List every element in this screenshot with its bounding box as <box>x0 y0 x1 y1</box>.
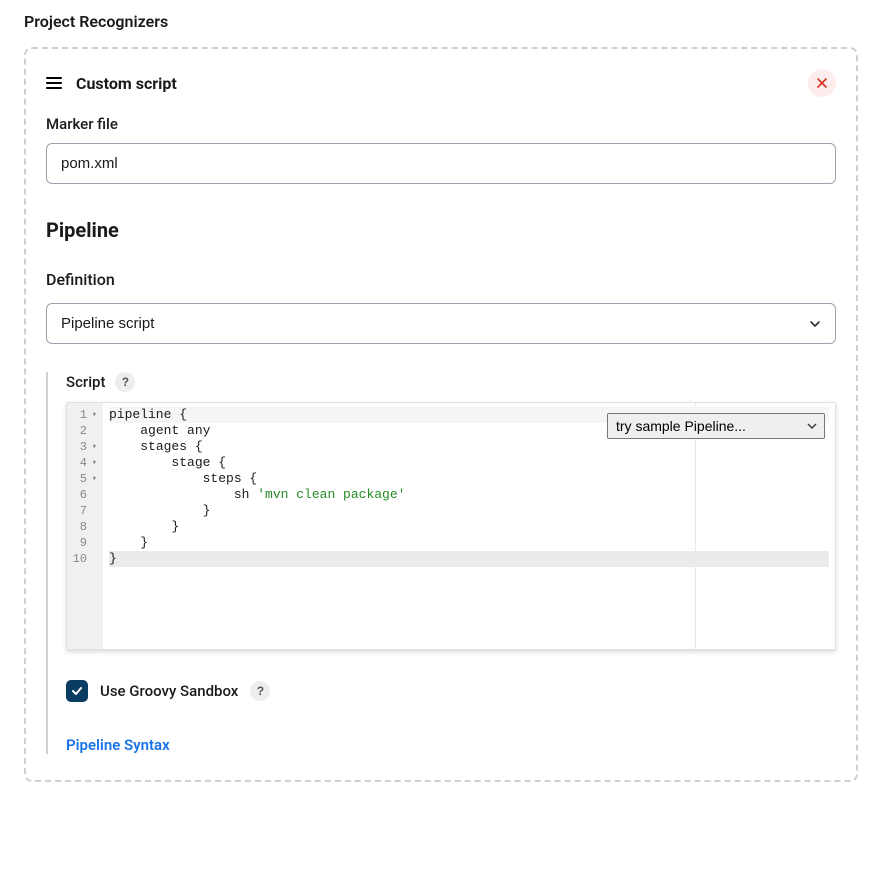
fold-triangle-icon[interactable]: ▾ <box>89 471 97 487</box>
gutter-row: 6 <box>71 487 97 503</box>
gutter-row: 7 <box>71 503 97 519</box>
code-line[interactable]: } <box>109 503 829 519</box>
code-lines[interactable]: pipeline { agent any stages { stage { st… <box>103 403 835 649</box>
gutter: 1▾23▾4▾5▾678910 <box>67 403 103 649</box>
code-line[interactable]: stages { <box>109 439 829 455</box>
code-line[interactable]: } <box>109 519 829 535</box>
gutter-row: 1▾ <box>71 407 97 423</box>
gutter-row: 10 <box>71 551 97 567</box>
marker-file-input[interactable] <box>46 143 836 184</box>
fold-triangle-icon[interactable]: ▾ <box>89 455 97 471</box>
code-editor[interactable]: 1▾23▾4▾5▾678910 pipeline { agent any sta… <box>66 402 836 650</box>
sandbox-checkbox[interactable] <box>66 680 88 702</box>
pipeline-section-title: Pipeline <box>46 218 836 242</box>
marker-file-label: Marker file <box>46 115 836 133</box>
definition-select[interactable]: Pipeline script <box>46 303 836 344</box>
config-header-left: Custom script <box>46 74 177 93</box>
code-line[interactable]: } <box>109 551 829 567</box>
gutter-row: 4▾ <box>71 455 97 471</box>
gutter-row: 8 <box>71 519 97 535</box>
fold-triangle-icon[interactable]: ▾ <box>89 439 97 455</box>
code-line[interactable]: stage { <box>109 455 829 471</box>
page-title: Project Recognizers <box>24 12 858 31</box>
gutter-row: 2 <box>71 423 97 439</box>
config-title: Custom script <box>76 74 177 93</box>
code-line[interactable]: sh 'mvn clean package' <box>109 487 829 503</box>
sandbox-label: Use Groovy Sandbox <box>100 682 238 700</box>
code-line[interactable]: } <box>109 535 829 551</box>
code-line[interactable]: steps { <box>109 471 829 487</box>
sandbox-row: Use Groovy Sandbox ? <box>66 680 836 702</box>
definition-select-wrap: Pipeline script <box>46 303 836 344</box>
gutter-row: 9 <box>71 535 97 551</box>
recognizer-config-box: Custom script Marker file Pipeline Defin… <box>24 47 858 782</box>
definition-label: Definition <box>46 270 836 289</box>
code-body: 1▾23▾4▾5▾678910 pipeline { agent any sta… <box>67 403 835 649</box>
close-icon <box>816 77 828 89</box>
script-help-button[interactable]: ? <box>115 372 135 392</box>
close-button[interactable] <box>808 69 836 97</box>
script-label: Script <box>66 373 105 391</box>
sandbox-help-button[interactable]: ? <box>250 681 270 701</box>
gutter-row: 3▾ <box>71 439 97 455</box>
gutter-row: 5▾ <box>71 471 97 487</box>
script-block: Script ? 1▾23▾4▾5▾678910 pipeline { agen… <box>46 372 836 754</box>
fold-triangle-icon[interactable]: ▾ <box>89 407 97 423</box>
sample-select-wrap: try sample Pipeline... <box>607 413 825 439</box>
drag-handle-icon[interactable] <box>46 75 62 91</box>
sample-pipeline-select[interactable]: try sample Pipeline... <box>607 413 825 439</box>
script-header: Script ? <box>66 372 836 392</box>
pipeline-syntax-link[interactable]: Pipeline Syntax <box>66 736 170 754</box>
check-icon <box>70 684 84 698</box>
config-header: Custom script <box>46 69 836 97</box>
